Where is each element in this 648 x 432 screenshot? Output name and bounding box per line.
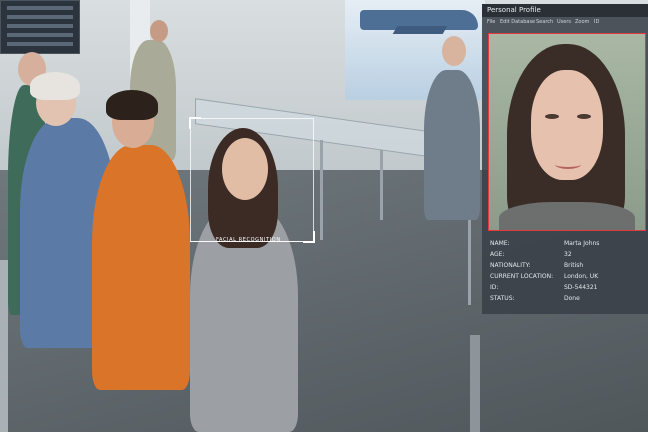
field-value: Marta Johns (564, 240, 600, 247)
field-value: SD-544321 (564, 284, 598, 291)
stanchion-post (470, 335, 480, 432)
field-status: STATUS: Done (490, 295, 644, 305)
menu-users[interactable]: Users (557, 19, 571, 25)
field-value: London, UK (564, 273, 599, 280)
field-value: 32 (564, 251, 572, 258)
field-label: STATUS: (490, 295, 515, 302)
menu-search[interactable]: Search (536, 19, 553, 25)
facial-recognition-frame (189, 117, 315, 243)
photo-shirt (499, 202, 635, 230)
photo-mouth (555, 160, 581, 169)
field-id: ID: SD-544321 (490, 284, 644, 294)
facial-recognition-label: FACIAL RECOGNITION (216, 237, 281, 243)
photo-eye (545, 114, 559, 119)
field-nationality: NATIONALITY: British (490, 262, 644, 272)
window-title: Personal Profile (487, 6, 541, 14)
field-label: CURRENT LOCATION: (490, 273, 554, 280)
field-value: British (564, 262, 584, 269)
field-name: NAME: Marta Johns (490, 240, 644, 250)
traveler-head (150, 20, 168, 42)
field-label: AGE: (490, 251, 505, 258)
profile-photo (488, 33, 646, 231)
window-titlebar: Personal Profile (482, 4, 648, 17)
stanchion-post (0, 260, 8, 432)
menu-id[interactable]: ID (594, 19, 599, 25)
field-location: CURRENT LOCATION: London, UK (490, 273, 644, 283)
personal-profile-window: Personal Profile File Edit Database Sear… (482, 4, 648, 314)
menu-edit-database[interactable]: Edit Database (500, 19, 535, 25)
table-leg (320, 140, 323, 240)
field-age: AGE: 32 (490, 251, 644, 261)
departures-board (0, 0, 80, 54)
menu-zoom[interactable]: Zoom (575, 19, 589, 25)
photo-eye (577, 114, 591, 119)
field-label: NAME: (490, 240, 510, 247)
woman-orange-hair (106, 90, 158, 120)
airplane-wing (392, 26, 448, 34)
security-officer (424, 70, 480, 220)
older-woman-hair (30, 72, 80, 100)
woman-orange-sweater (92, 145, 190, 390)
officer-head (442, 36, 466, 66)
menu-bar: File Edit Database Search Users Zoom ID (482, 18, 648, 28)
field-label: NATIONALITY: (490, 262, 531, 269)
field-value: Done (564, 295, 580, 302)
field-label: ID: (490, 284, 499, 291)
table-leg (380, 150, 383, 220)
menu-file[interactable]: File (487, 19, 495, 25)
